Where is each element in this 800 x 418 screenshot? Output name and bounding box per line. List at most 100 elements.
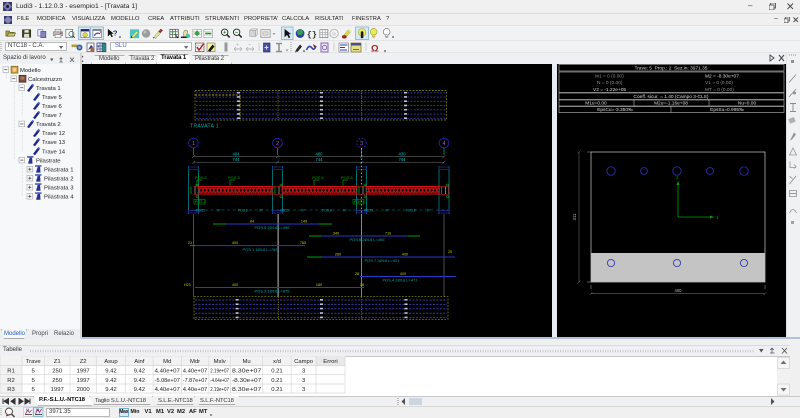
svg-text:POS.5 2Ø16 L=496: POS.5 2Ø16 L=496: [254, 225, 290, 230]
svg-text:97: 97: [259, 209, 263, 213]
svg-text:250: 250: [52, 378, 63, 384]
svg-text:POS.8: POS.8: [322, 209, 332, 213]
svg-text:1997: 1997: [51, 387, 64, 393]
svg-text:Trave: Trave: [26, 359, 42, 365]
svg-text:Mslv: Mslv: [214, 359, 226, 365]
svg-text:Ω: Ω: [371, 44, 379, 54]
svg-text:9.42: 9.42: [134, 387, 145, 393]
svg-text:710: 710: [385, 232, 391, 236]
svg-text:M2u=-1.16e+08: M2u=-1.16e+08: [654, 101, 688, 107]
svg-text:97: 97: [427, 209, 431, 213]
svg-text:POS.4 2Ø16 L=471: POS.4 2Ø16 L=471: [382, 278, 418, 283]
svg-text:M: M: [26, 407, 29, 412]
svg-text:2.19e+07: 2.19e+07: [210, 387, 229, 393]
svg-text:+: +: [97, 45, 101, 51]
svg-text:3: 3: [302, 387, 306, 393]
svg-text:POS.5: POS.5: [195, 175, 208, 180]
svg-text:Calcestruzzo: Calcestruzzo: [28, 77, 63, 83]
svg-text:Campo: Campo: [294, 359, 314, 365]
svg-text:Pilastrate: Pilastrate: [36, 158, 61, 164]
svg-text:POS.1 1Ø16 L=769: POS.1 1Ø16 L=769: [242, 247, 278, 252]
svg-text:400: 400: [232, 241, 238, 245]
svg-text:Trave 12: Trave 12: [42, 131, 65, 137]
svg-text:-5.08e+07: -5.08e+07: [155, 378, 180, 384]
svg-text:M1 = 0 (0.00): M1 = 0 (0.00): [595, 74, 624, 80]
svg-text:4: 4: [442, 141, 445, 147]
svg-text:-8.30e+07: -8.30e+07: [232, 378, 261, 384]
svg-text:Pilastrata 1: Pilastrata 1: [44, 167, 73, 173]
svg-text:V2 = -1.22e+05: V2 = -1.22e+05: [593, 87, 626, 93]
svg-text:Trave 5: Trave 5: [42, 95, 62, 101]
svg-text:260: 260: [335, 253, 341, 257]
svg-text:3: 3: [360, 141, 363, 147]
svg-text:400: 400: [232, 283, 238, 287]
svg-text:R1: R1: [7, 369, 15, 375]
svg-text:744: 744: [233, 157, 241, 162]
svg-text:28: 28: [355, 272, 359, 276]
svg-text:R2: R2: [7, 378, 15, 384]
svg-text:Pilastrata 4: Pilastrata 4: [44, 194, 74, 200]
svg-text:POS.3: POS.3: [195, 200, 206, 204]
svg-text:23: 23: [188, 241, 192, 245]
svg-text:POS.5: POS.5: [312, 175, 325, 180]
svg-text:180: 180: [316, 283, 322, 287]
svg-text:{}: {}: [307, 30, 317, 40]
svg-text:Coeff. sicur. = 1.40 (Campo 3-: Coeff. sicur. = 1.40 (Campo 3-CLS): [634, 94, 709, 100]
svg-text:POS.6 2Ø16 L=496: POS.6 2Ø16 L=496: [349, 237, 385, 242]
svg-text:EpsSu=0.995‰: EpsSu=0.995‰: [710, 107, 744, 113]
svg-text:R3: R3: [7, 387, 15, 393]
svg-text:Trave: 5 Prop.: 2 Sez.in: 39: Trave: 5 Prop.: 2 Sez.in: 3971.35: [635, 66, 708, 72]
svg-text:MT = 0 (0.00): MT = 0 (0.00): [705, 87, 734, 93]
svg-text:400: 400: [402, 253, 408, 257]
svg-text:POS.5: POS.5: [228, 175, 241, 180]
svg-text:-7.87e+07: -7.87e+07: [183, 378, 208, 384]
svg-text:1: 1: [192, 141, 195, 147]
svg-text:0.21: 0.21: [271, 378, 282, 384]
svg-text:84: 84: [250, 220, 254, 224]
svg-text:M1u=0.00: M1u=0.00: [585, 101, 607, 107]
svg-text:Travata 2: Travata 2: [36, 122, 61, 128]
svg-text:0.21: 0.21: [271, 369, 282, 375]
svg-text:97: 97: [301, 209, 305, 213]
svg-text:Asup: Asup: [104, 359, 118, 365]
svg-text:Mdr: Mdr: [190, 359, 200, 365]
svg-text:18: 18: [360, 283, 364, 287]
svg-text:-4.64e+07: -4.64e+07: [210, 378, 229, 384]
svg-text:V1 = 0 (0.00): V1 = 0 (0.00): [705, 80, 733, 86]
svg-text:480: 480: [316, 152, 324, 157]
svg-text:149: 149: [301, 220, 307, 224]
svg-text:Z2: Z2: [80, 359, 87, 365]
svg-text:Trave 7: Trave 7: [42, 113, 62, 119]
svg-text:2.19e+07: 2.19e+07: [210, 369, 229, 375]
svg-text:3: 3: [302, 369, 306, 375]
svg-text:2: 2: [676, 175, 679, 180]
svg-text:430: 430: [399, 152, 407, 157]
svg-text:POS.4: POS.4: [354, 200, 365, 204]
svg-text:5: 5: [32, 378, 36, 384]
svg-text:POS.7 3Ø16 L=921: POS.7 3Ø16 L=921: [364, 258, 400, 263]
svg-text:Trave 13: Trave 13: [42, 140, 66, 146]
svg-text:EpsCu=-3.350‰: EpsCu=-3.350‰: [597, 107, 633, 113]
svg-text:Nu=0.00: Nu=0.00: [738, 101, 757, 107]
svg-text:8.30e+07: 8.30e+07: [232, 387, 261, 393]
svg-text:4.40e+07: 4.40e+07: [155, 369, 180, 375]
svg-text:Ø8/25: Ø8/25: [364, 209, 373, 213]
svg-text:0.21: 0.21: [271, 387, 282, 393]
svg-text:Ainf: Ainf: [134, 359, 145, 365]
svg-text:744: 744: [316, 157, 324, 162]
svg-text:97: 97: [385, 209, 389, 213]
svg-text:400: 400: [675, 288, 683, 293]
svg-text:M2 = -8.30e+07: M2 = -8.30e+07: [705, 74, 739, 80]
svg-text:3: 3: [302, 378, 306, 384]
svg-text:1: 1: [716, 215, 719, 220]
svg-text:POS.5: POS.5: [341, 175, 354, 180]
svg-text:Modello: Modello: [20, 68, 41, 74]
svg-text:+: +: [236, 43, 239, 49]
svg-text:400: 400: [400, 272, 406, 276]
svg-text:N = 0 (0.00): N = 0 (0.00): [597, 80, 623, 86]
svg-text:TRAVATA 1: TRAVATA 1: [190, 124, 219, 130]
svg-text:2000: 2000: [77, 387, 91, 393]
svg-text:9.42: 9.42: [105, 387, 116, 393]
svg-text:744: 744: [399, 157, 407, 162]
svg-text:?: ?: [113, 29, 118, 38]
